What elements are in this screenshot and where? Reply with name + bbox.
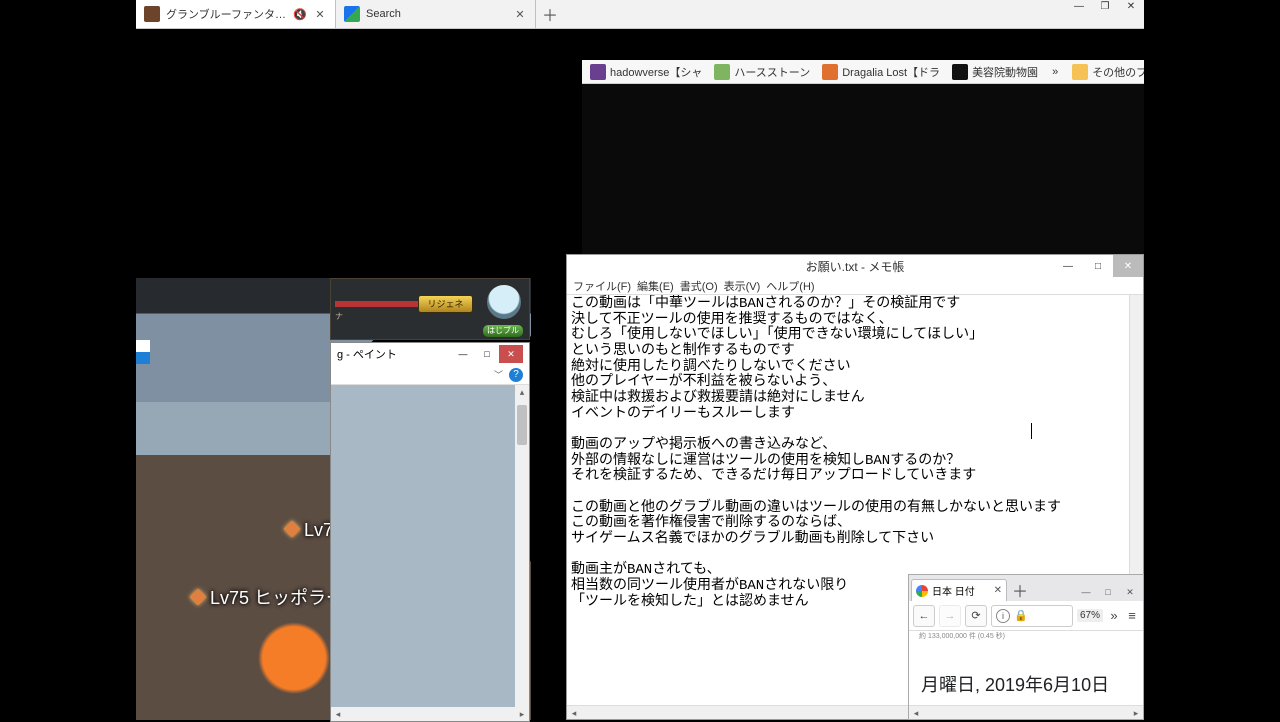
tab-search[interactable]: Search ✕ [336, 0, 536, 28]
site-info-icon[interactable]: i [996, 609, 1010, 623]
menu-icon[interactable]: ≡ [1125, 608, 1139, 623]
bookmark-icon [590, 64, 606, 80]
tab-title: Search [366, 8, 507, 20]
notepad-menubar: ファイル(F) 編集(E) 書式(O) 表示(V) ヘルプ(H) [567, 277, 1143, 295]
mini-tabstrip: 日本 日付 ✕ ＋ — □ ✕ [909, 575, 1143, 601]
menu-edit[interactable]: 編集(E) [635, 278, 676, 294]
game-ui-fragment: ナ リジェネ はじブル [330, 278, 530, 340]
menu-help[interactable]: ヘルプ(H) [764, 278, 816, 294]
notepad-title: お願い.txt - メモ帳 [806, 258, 905, 275]
bookmark-beauty[interactable]: 美容院動物園 [948, 64, 1042, 80]
mini-toolbar: ← → ⟳ i 🔒 67% » ≡ [909, 601, 1143, 631]
bookmarks-overflow[interactable]: » [1046, 66, 1064, 78]
window-controls: — ❐ ✕ [1066, 0, 1144, 16]
menu-file[interactable]: ファイル(F) [571, 278, 633, 294]
status-text: ナ [335, 311, 343, 322]
google-icon [916, 585, 928, 597]
paint-ribbon: ﹀ ? [331, 365, 529, 385]
bookmark-other-folder[interactable]: その他のブックマ [1068, 64, 1144, 80]
forward-button[interactable]: → [939, 605, 961, 627]
minimize-button[interactable]: — [1053, 255, 1083, 277]
browser-tabstrip: グランブルーファンタジー 🔇 ✕ Search ✕ ＋ [136, 0, 1144, 29]
result-stats: 約 133,000,000 件 (0.45 秒) [919, 631, 1005, 641]
text-caret [1031, 423, 1032, 439]
paint-canvas[interactable] [331, 385, 529, 707]
close-icon[interactable]: ✕ [994, 585, 1002, 596]
close-button[interactable]: ✕ [1118, 0, 1144, 16]
maximize-button[interactable]: □ [1097, 583, 1119, 601]
minimize-button[interactable]: — [1066, 0, 1092, 16]
mini-browser-window: 日本 日付 ✕ ＋ — □ ✕ ← → ⟳ i 🔒 67% » ≡ 約 133,… [908, 574, 1144, 720]
skill-button[interactable]: リジェネ [418, 295, 473, 313]
bookmark-hearthstone[interactable]: ハースストーン [710, 64, 814, 80]
maximize-button[interactable]: ❐ [1092, 0, 1118, 16]
avatar[interactable] [485, 283, 523, 321]
menu-format[interactable]: 書式(O) [678, 278, 720, 294]
maximize-button[interactable]: □ [1083, 255, 1113, 277]
new-tab-button[interactable]: ＋ [536, 0, 564, 28]
bookmark-dragalia[interactable]: Dragalia Lost【ドラ [818, 64, 944, 80]
scroll-up-icon[interactable]: ▴ [515, 385, 529, 399]
left-edge-fragment [136, 340, 150, 380]
bookmarks-bar: hadowverse【シャ ハースストーン Dragalia Lost【ドラ 美… [582, 60, 1144, 84]
scroll-left-icon[interactable]: ◂ [909, 706, 923, 719]
close-button[interactable]: ✕ [1119, 583, 1141, 601]
notepad-titlebar[interactable]: お願い.txt - メモ帳 — □ ✕ [567, 255, 1143, 277]
close-icon[interactable]: ✕ [513, 8, 527, 21]
scroll-left-icon[interactable]: ◂ [567, 706, 581, 719]
tab-granblue[interactable]: グランブルーファンタジー 🔇 ✕ [136, 0, 336, 28]
back-button[interactable]: ← [913, 605, 935, 627]
close-button[interactable]: ✕ [1113, 255, 1143, 277]
reload-button[interactable]: ⟳ [965, 605, 987, 627]
bookmark-icon [714, 64, 730, 80]
paint-window: g - ペイント — □ ✕ ﹀ ? ▴ ◂ ▸ [330, 342, 530, 722]
scrollbar-horizontal[interactable]: ◂ ▸ [909, 705, 1143, 719]
date-answer: 月曜日, 2019年6月10日 [921, 671, 1137, 697]
scrollbar-thumb[interactable] [517, 405, 527, 445]
lock-icon: 🔒 [1014, 609, 1028, 622]
bookmark-icon [822, 64, 838, 80]
mute-icon[interactable]: 🔇 [293, 8, 307, 21]
maximize-button[interactable]: □ [475, 345, 499, 363]
scroll-left-icon[interactable]: ◂ [331, 707, 345, 721]
scroll-right-icon[interactable]: ▸ [515, 707, 529, 721]
tab-title: グランブルーファンタジー [166, 6, 287, 22]
mini-tab-google[interactable]: 日本 日付 ✕ [911, 579, 1007, 601]
scroll-right-icon[interactable]: ▸ [1129, 706, 1143, 719]
target-icon [190, 589, 207, 606]
close-icon[interactable]: ✕ [313, 8, 327, 21]
zoom-badge[interactable]: 67% [1077, 609, 1103, 622]
close-button[interactable]: ✕ [499, 345, 523, 363]
chevron-down-icon[interactable]: ﹀ [494, 368, 503, 381]
favicon-icon [344, 6, 360, 22]
minimize-button[interactable]: — [1075, 583, 1097, 601]
paint-title: g - ペイント [337, 346, 451, 362]
chevron-right-icon[interactable]: » [1107, 608, 1121, 623]
mini-tab-title: 日本 日付 [932, 583, 975, 598]
new-tab-button[interactable]: ＋ [1009, 579, 1031, 601]
url-bar[interactable]: i 🔒 [991, 605, 1073, 627]
paint-titlebar[interactable]: g - ペイント — □ ✕ [331, 343, 529, 365]
scrollbar-vertical[interactable]: ▴ [515, 385, 529, 707]
start-button[interactable]: はじブル [483, 325, 523, 337]
bookmark-shadowverse[interactable]: hadowverse【シャ [586, 64, 706, 80]
mini-viewport: 約 133,000,000 件 (0.45 秒) 月曜日, 2019年6月10日 [909, 631, 1143, 705]
bookmark-icon [952, 64, 968, 80]
help-icon[interactable]: ? [509, 368, 523, 382]
target-icon [284, 521, 301, 538]
menu-view[interactable]: 表示(V) [722, 278, 763, 294]
scrollbar-horizontal[interactable]: ◂ ▸ [331, 707, 529, 721]
browser-viewport-dark [582, 84, 1144, 254]
favicon-icon [144, 6, 160, 22]
folder-icon [1072, 64, 1088, 80]
minimize-button[interactable]: — [451, 345, 475, 363]
